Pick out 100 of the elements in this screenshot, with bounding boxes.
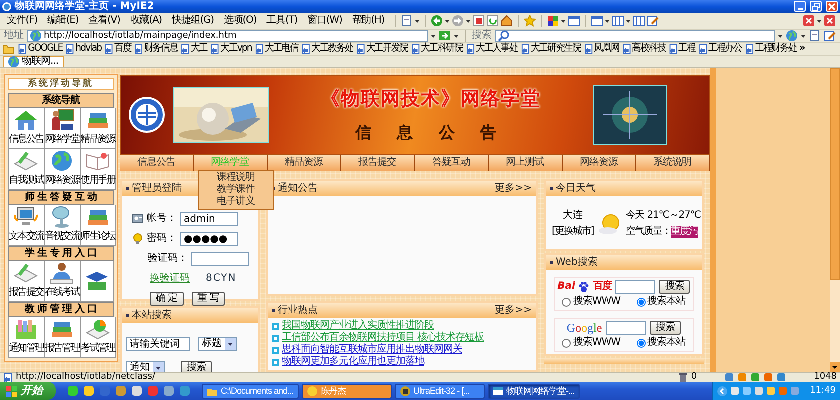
nav-tab[interactable]: 报告提交	[341, 155, 415, 171]
nav-tile[interactable]: 使用手册	[80, 149, 116, 190]
quick-launch-icon[interactable]	[179, 385, 191, 397]
window-icon[interactable]	[590, 15, 603, 27]
tray-icon[interactable]	[766, 386, 776, 396]
nav-tile[interactable]: 网络资源	[44, 149, 81, 190]
window-icon[interactable]	[568, 15, 580, 27]
scroll-thumb[interactable]	[830, 68, 840, 280]
nav-tile[interactable]: 音视交流	[44, 205, 81, 246]
nav-tile[interactable]: 精品资源	[80, 108, 116, 149]
menu-item[interactable]: 窗口(W)	[304, 15, 346, 27]
bookmark-link[interactable]: 大工人事处	[466, 43, 518, 55]
captcha-field[interactable]	[191, 252, 249, 266]
search-button[interactable]: 搜索	[181, 361, 212, 372]
radio-button[interactable]	[636, 338, 646, 348]
form-button[interactable]: 重 写	[192, 292, 226, 306]
nav-tile[interactable]: 自我测试	[9, 149, 45, 190]
nav-tile[interactable]: 在线考试	[44, 261, 81, 302]
folder-icon[interactable]	[3, 43, 14, 55]
new-page-icon[interactable]	[809, 30, 821, 42]
expand-icon[interactable]	[717, 386, 728, 396]
menu-item[interactable]: 快捷组(G)	[169, 15, 217, 27]
new-page-icon[interactable]	[400, 15, 413, 27]
bookmark-link[interactable]: 高校科技	[622, 43, 666, 55]
columns-icon[interactable]	[632, 15, 645, 27]
search-field[interactable]	[495, 30, 775, 42]
bookmark-link[interactable]: 大工开发院	[356, 43, 408, 55]
edit-icon[interactable]	[824, 30, 836, 42]
form-button[interactable]: 确 定	[150, 292, 184, 306]
scroll-down-icon[interactable]	[830, 362, 840, 372]
nav-tile[interactable]: 文本交流	[9, 205, 45, 246]
change-captcha-link[interactable]: 换验证码	[150, 273, 190, 285]
nav-tile[interactable]: 信息公告	[9, 108, 45, 149]
bookmark-link[interactable]: 大工科研院	[410, 43, 463, 55]
more-link[interactable]: 更多>>	[495, 182, 532, 194]
nav-tile[interactable]: 师生论坛	[80, 205, 116, 246]
bookmark-link[interactable]: 大工教务处	[301, 43, 354, 55]
colors-icon[interactable]	[546, 15, 559, 27]
taskbar-button[interactable]: 物联网网络学堂-...	[488, 384, 580, 398]
nav-tab[interactable]: 答疑互动	[415, 155, 489, 171]
radio-button[interactable]	[562, 298, 572, 306]
quick-launch-icon[interactable]	[163, 385, 175, 397]
taskbar-button[interactable]: C:\Documents and...	[202, 384, 299, 398]
menu-item[interactable]: 选项(O)	[220, 15, 260, 27]
nav-tab[interactable]: 网络资源	[562, 155, 636, 171]
nav-tab[interactable]: 网上测试	[488, 155, 562, 171]
nav-tile[interactable]: 通知管理	[9, 317, 45, 358]
nav-tile[interactable]: 报告管理	[44, 317, 81, 358]
news-link[interactable]: 物联网更加多元化应用也更加落地	[282, 356, 424, 368]
columns-icon[interactable]	[612, 15, 624, 27]
address-field[interactable]: http://localhost/iotlab/mainpage/index.htm	[27, 30, 428, 42]
dropdown-item[interactable]: 教学课件	[216, 184, 255, 196]
news-link[interactable]: 思科面向智能互联城市应用推出物联网网关	[282, 344, 462, 356]
menu-item[interactable]: 查看(V)	[86, 15, 124, 27]
search-input[interactable]	[615, 280, 656, 294]
menu-item[interactable]: 收藏(A)	[127, 15, 165, 27]
bookmark-link[interactable]: 大工	[180, 43, 208, 55]
search-button[interactable]: 搜索	[659, 280, 690, 294]
tray-icon[interactable]	[730, 386, 740, 396]
bookmark-link[interactable]: 工程财务处	[744, 43, 797, 55]
news-link[interactable]: 我国物联网产业进入实质性推进阶段	[282, 320, 434, 332]
bookmark-link[interactable]: GOOGLE	[18, 43, 63, 55]
bookmark-link[interactable]: 财务信息	[134, 43, 178, 55]
keyword-field[interactable]: 请输关键词	[126, 337, 190, 351]
menu-item[interactable]: 帮助(H)	[349, 15, 388, 27]
quick-launch-icon[interactable]	[131, 385, 143, 397]
close-icon[interactable]	[803, 15, 815, 27]
nav-tile[interactable]: 考试管理	[80, 317, 116, 358]
dropdown-item[interactable]: 课程说明	[216, 172, 255, 184]
password-field[interactable]: ●●●●●	[180, 232, 238, 246]
menu-item[interactable]: 工具(T)	[264, 15, 301, 27]
tray-icon[interactable]	[754, 386, 764, 396]
radio-button[interactable]	[562, 338, 572, 348]
close-icon[interactable]	[824, 15, 836, 27]
more-links-button[interactable]: »	[800, 43, 806, 55]
nav-tile[interactable]	[80, 261, 114, 302]
bookmark-link[interactable]: 大工vpn	[210, 43, 252, 55]
close-button[interactable]	[826, 1, 838, 12]
bookmark-link[interactable]: 工程办公	[698, 43, 742, 55]
news-link[interactable]: 工信部公布百余物联网扶持项目 核心技术存短板	[282, 332, 484, 344]
bookmark-link[interactable]: 工程	[668, 43, 696, 55]
quick-launch-icon[interactable]	[115, 385, 127, 397]
nav-tile[interactable]: 报告提交	[9, 261, 45, 302]
search-input[interactable]	[606, 321, 646, 336]
select-field[interactable]: 标题	[198, 337, 237, 351]
minimize-button[interactable]	[794, 1, 806, 12]
select-field[interactable]: 通知	[126, 361, 165, 372]
more-link[interactable]: 更多>>	[495, 304, 532, 316]
change-city-link[interactable]: [更换城市]	[552, 226, 594, 238]
menu-item[interactable]: 编辑(E)	[44, 15, 82, 27]
restore-button[interactable]	[810, 1, 822, 12]
stop-icon[interactable]	[472, 15, 485, 27]
menu-item[interactable]: 文件(F)	[4, 15, 41, 27]
nav-tab[interactable]: 系统说明	[636, 155, 710, 171]
radio-button[interactable]	[636, 298, 646, 306]
quick-launch-icon[interactable]	[83, 385, 95, 397]
bookmark-link[interactable]: 凤凰网	[584, 43, 620, 55]
search-button[interactable]: 搜索	[650, 321, 682, 336]
home-icon[interactable]	[500, 15, 513, 27]
account-field[interactable]: admin	[180, 212, 238, 226]
